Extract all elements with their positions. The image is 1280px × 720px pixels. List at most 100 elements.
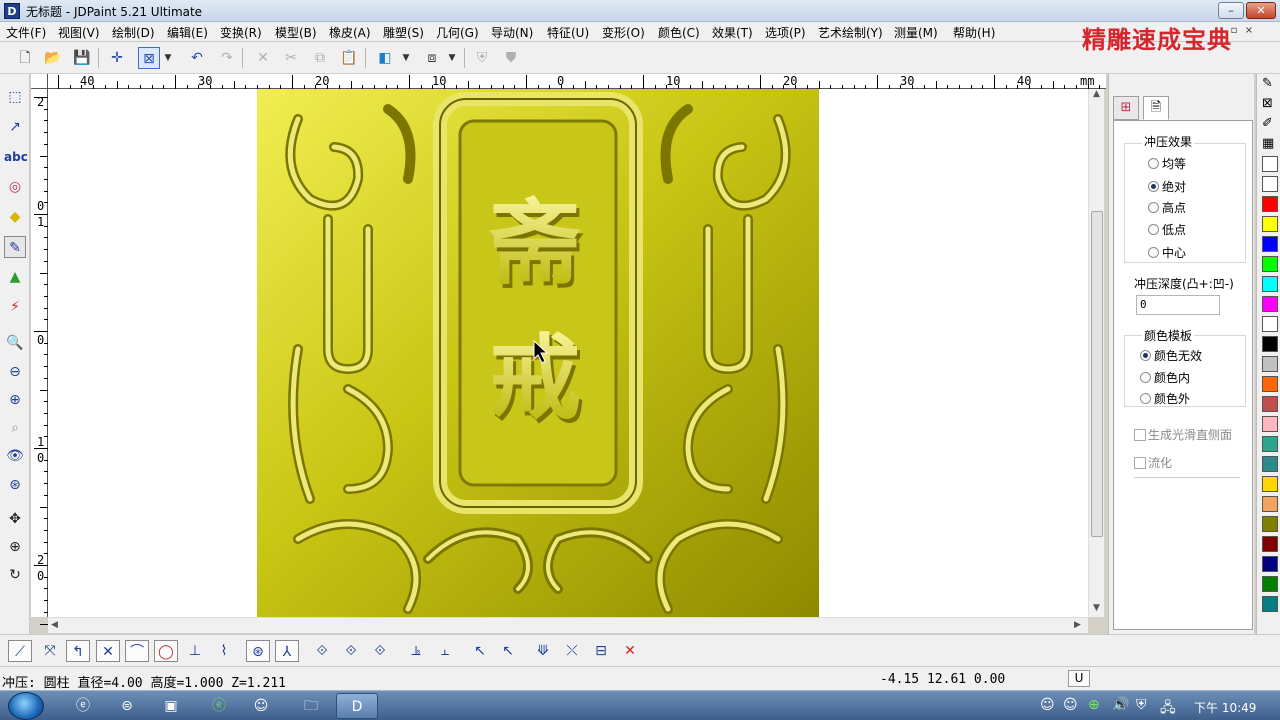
snap-center-icon[interactable]: ◯ [154,640,178,662]
zoom-in-icon[interactable]: ⊕ [4,389,26,411]
ellipse-tool-icon[interactable]: ◎ [4,176,26,198]
scroll-down-icon[interactable]: ▼ [1093,603,1100,613]
nc-path-icon[interactable]: ⚡ [4,296,26,318]
scroll-up-icon[interactable]: ▲ [1093,89,1100,99]
menu-feature[interactable]: 特征(U) [547,24,589,41]
radio-dot[interactable] [1140,372,1151,383]
color-swatch[interactable] [1262,236,1278,252]
radio-dot[interactable] [1148,158,1159,169]
browser-green-icon[interactable]: ⓔ [198,693,240,719]
pan-icon[interactable]: ✥ [4,508,26,530]
stamp-option-high[interactable]: 高点 [1148,199,1186,216]
taskbar-clock[interactable]: 下午 10:49 [1194,699,1256,716]
color-swatch[interactable] [1262,156,1278,172]
dropdown-icon[interactable]: ▼ [160,47,176,69]
zoom-out-icon[interactable]: ⊖ [4,361,26,383]
menu-art-draw[interactable]: 艺术绘制(Y) [818,24,883,41]
color-swatch[interactable] [1262,216,1278,232]
snap-arc-icon[interactable]: ↰ [66,640,90,662]
shield-left-icon[interactable]: ⛨ [471,47,493,69]
menu-edit[interactable]: 编辑(E) [167,24,208,41]
select-box-icon[interactable]: ⊠ [138,47,160,69]
view-cube-icon[interactable]: ⧈ [421,47,443,69]
new-file-icon[interactable]: 🗋 [14,47,36,69]
zoom-icon[interactable]: ⊕ [4,536,26,558]
color-swatch[interactable] [1262,316,1278,332]
color-swatch[interactable] [1262,476,1278,492]
curve-tool-icon[interactable]: ↗ [4,116,26,138]
smooth-side-checkbox[interactable]: 生成光滑直侧面 [1134,426,1232,443]
tray-green-icon[interactable]: ⊕ [1088,697,1100,713]
radio-dot-selected[interactable] [1148,181,1159,192]
snap-diamond-1-icon[interactable]: ⟐ [310,640,334,662]
open-folder-icon[interactable]: 📂 [42,47,64,69]
snap-intersect-icon[interactable]: ✕ [96,640,120,662]
horizontal-scrollbar[interactable]: ◀ ▶ [48,617,1088,633]
menu-deform[interactable]: 变形(O) [602,24,645,41]
color-swatch[interactable] [1262,376,1278,392]
color-swatch[interactable] [1262,276,1278,292]
menu-help[interactable]: 帮助(H) [953,24,995,41]
jdpaint-app-icon[interactable]: D [4,3,20,19]
close-button[interactable]: ✕ [1246,2,1276,19]
vertical-scrollbar[interactable]: ▲ ▼ [1088,89,1104,617]
properties-icon[interactable]: 🗎 [1143,96,1169,120]
color-fill-icon[interactable]: ◧ [374,47,396,69]
tray-qq-icon[interactable]: ☺ [1063,697,1078,713]
checkbox-box[interactable] [1134,429,1146,441]
color-swatch[interactable] [1262,596,1278,612]
snap-line-icon[interactable]: ⟋ [8,640,32,662]
tray-volume-icon[interactable]: 🔊 [1112,697,1129,713]
snap-grid-icon[interactable]: ⊛ [246,640,270,662]
menu-options[interactable]: 选项(P) [765,24,806,41]
copy-icon[interactable]: ⧉ [309,47,331,69]
snap-angle-icon[interactable]: ⅄ [275,640,299,662]
menu-eraser[interactable]: 橡皮(A) [329,24,371,41]
eye-view-icon[interactable]: 👁 [4,445,26,467]
dropdown-icon[interactable]: ▼ [444,47,460,69]
cone-tool-icon[interactable]: ▲ [4,266,26,288]
color-swatch[interactable] [1262,576,1278,592]
no-color-icon[interactable]: ⊠ [1262,96,1273,111]
cut-icon[interactable]: ✂ [280,47,302,69]
radio-dot[interactable] [1148,247,1159,258]
menu-effect[interactable]: 效果(T) [712,24,753,41]
menu-draw[interactable]: 绘制(D) [112,24,155,41]
color-swatch[interactable] [1262,336,1278,352]
tray-shield-icon[interactable]: ⛨ [1136,697,1147,713]
menu-file[interactable]: 文件(F) [6,24,46,41]
paste-icon[interactable]: 📋 [338,47,360,69]
scroll-left-icon[interactable]: ◀ [51,620,58,630]
pointer-add-icon[interactable]: ↖ [468,640,492,662]
stamp-option-absolute[interactable]: 绝对 [1148,178,1186,195]
radio-dot[interactable] [1140,393,1151,404]
snap-perpendicular-icon[interactable]: ⊥ [183,640,207,662]
rectangle-select-icon[interactable]: ⬚ [4,86,26,108]
pen-icon[interactable]: ✎ [1262,76,1273,91]
color-option-disabled[interactable]: 颜色无效 [1140,347,1202,364]
network-icon[interactable]: ⊜ [106,693,148,719]
shield-right-icon[interactable]: ⛊ [500,47,522,69]
zoom-dim-icon[interactable]: ⌕ [4,417,26,439]
radio-dot[interactable] [1148,224,1159,235]
pattern-icon[interactable]: ▦ [1262,136,1274,151]
menu-view[interactable]: 视图(V) [58,24,100,41]
snap-tangent-icon[interactable]: ⌒ [125,640,149,662]
checkbox-box[interactable] [1134,457,1146,469]
snap-endpoint-icon[interactable]: ⤧ [38,640,62,662]
snap-nearest-icon[interactable]: ⌇ [212,640,236,662]
snap-options-icon[interactable]: ⟱ [531,640,555,662]
stamp-tool-icon[interactable]: ✎ [4,236,26,258]
cancel-icon[interactable]: ✕ [618,640,642,662]
dropdown-icon[interactable]: ▼ [398,47,414,69]
tray-network-icon[interactable]: 🖧 [1160,697,1176,720]
color-swatch[interactable] [1262,396,1278,412]
pick-color-icon[interactable]: ✐ [1262,116,1273,131]
snap-diamond-3-icon[interactable]: ⟐ [368,640,392,662]
color-swatch[interactable] [1262,556,1278,572]
menu-color[interactable]: 颜色(C) [658,24,700,41]
tray-qq-icon[interactable]: ☺ [1040,697,1055,713]
jdpaint-task-icon[interactable]: D [336,693,378,719]
pointer-remove-icon[interactable]: ↖ [496,640,520,662]
flow-checkbox[interactable]: 流化 [1134,454,1172,471]
